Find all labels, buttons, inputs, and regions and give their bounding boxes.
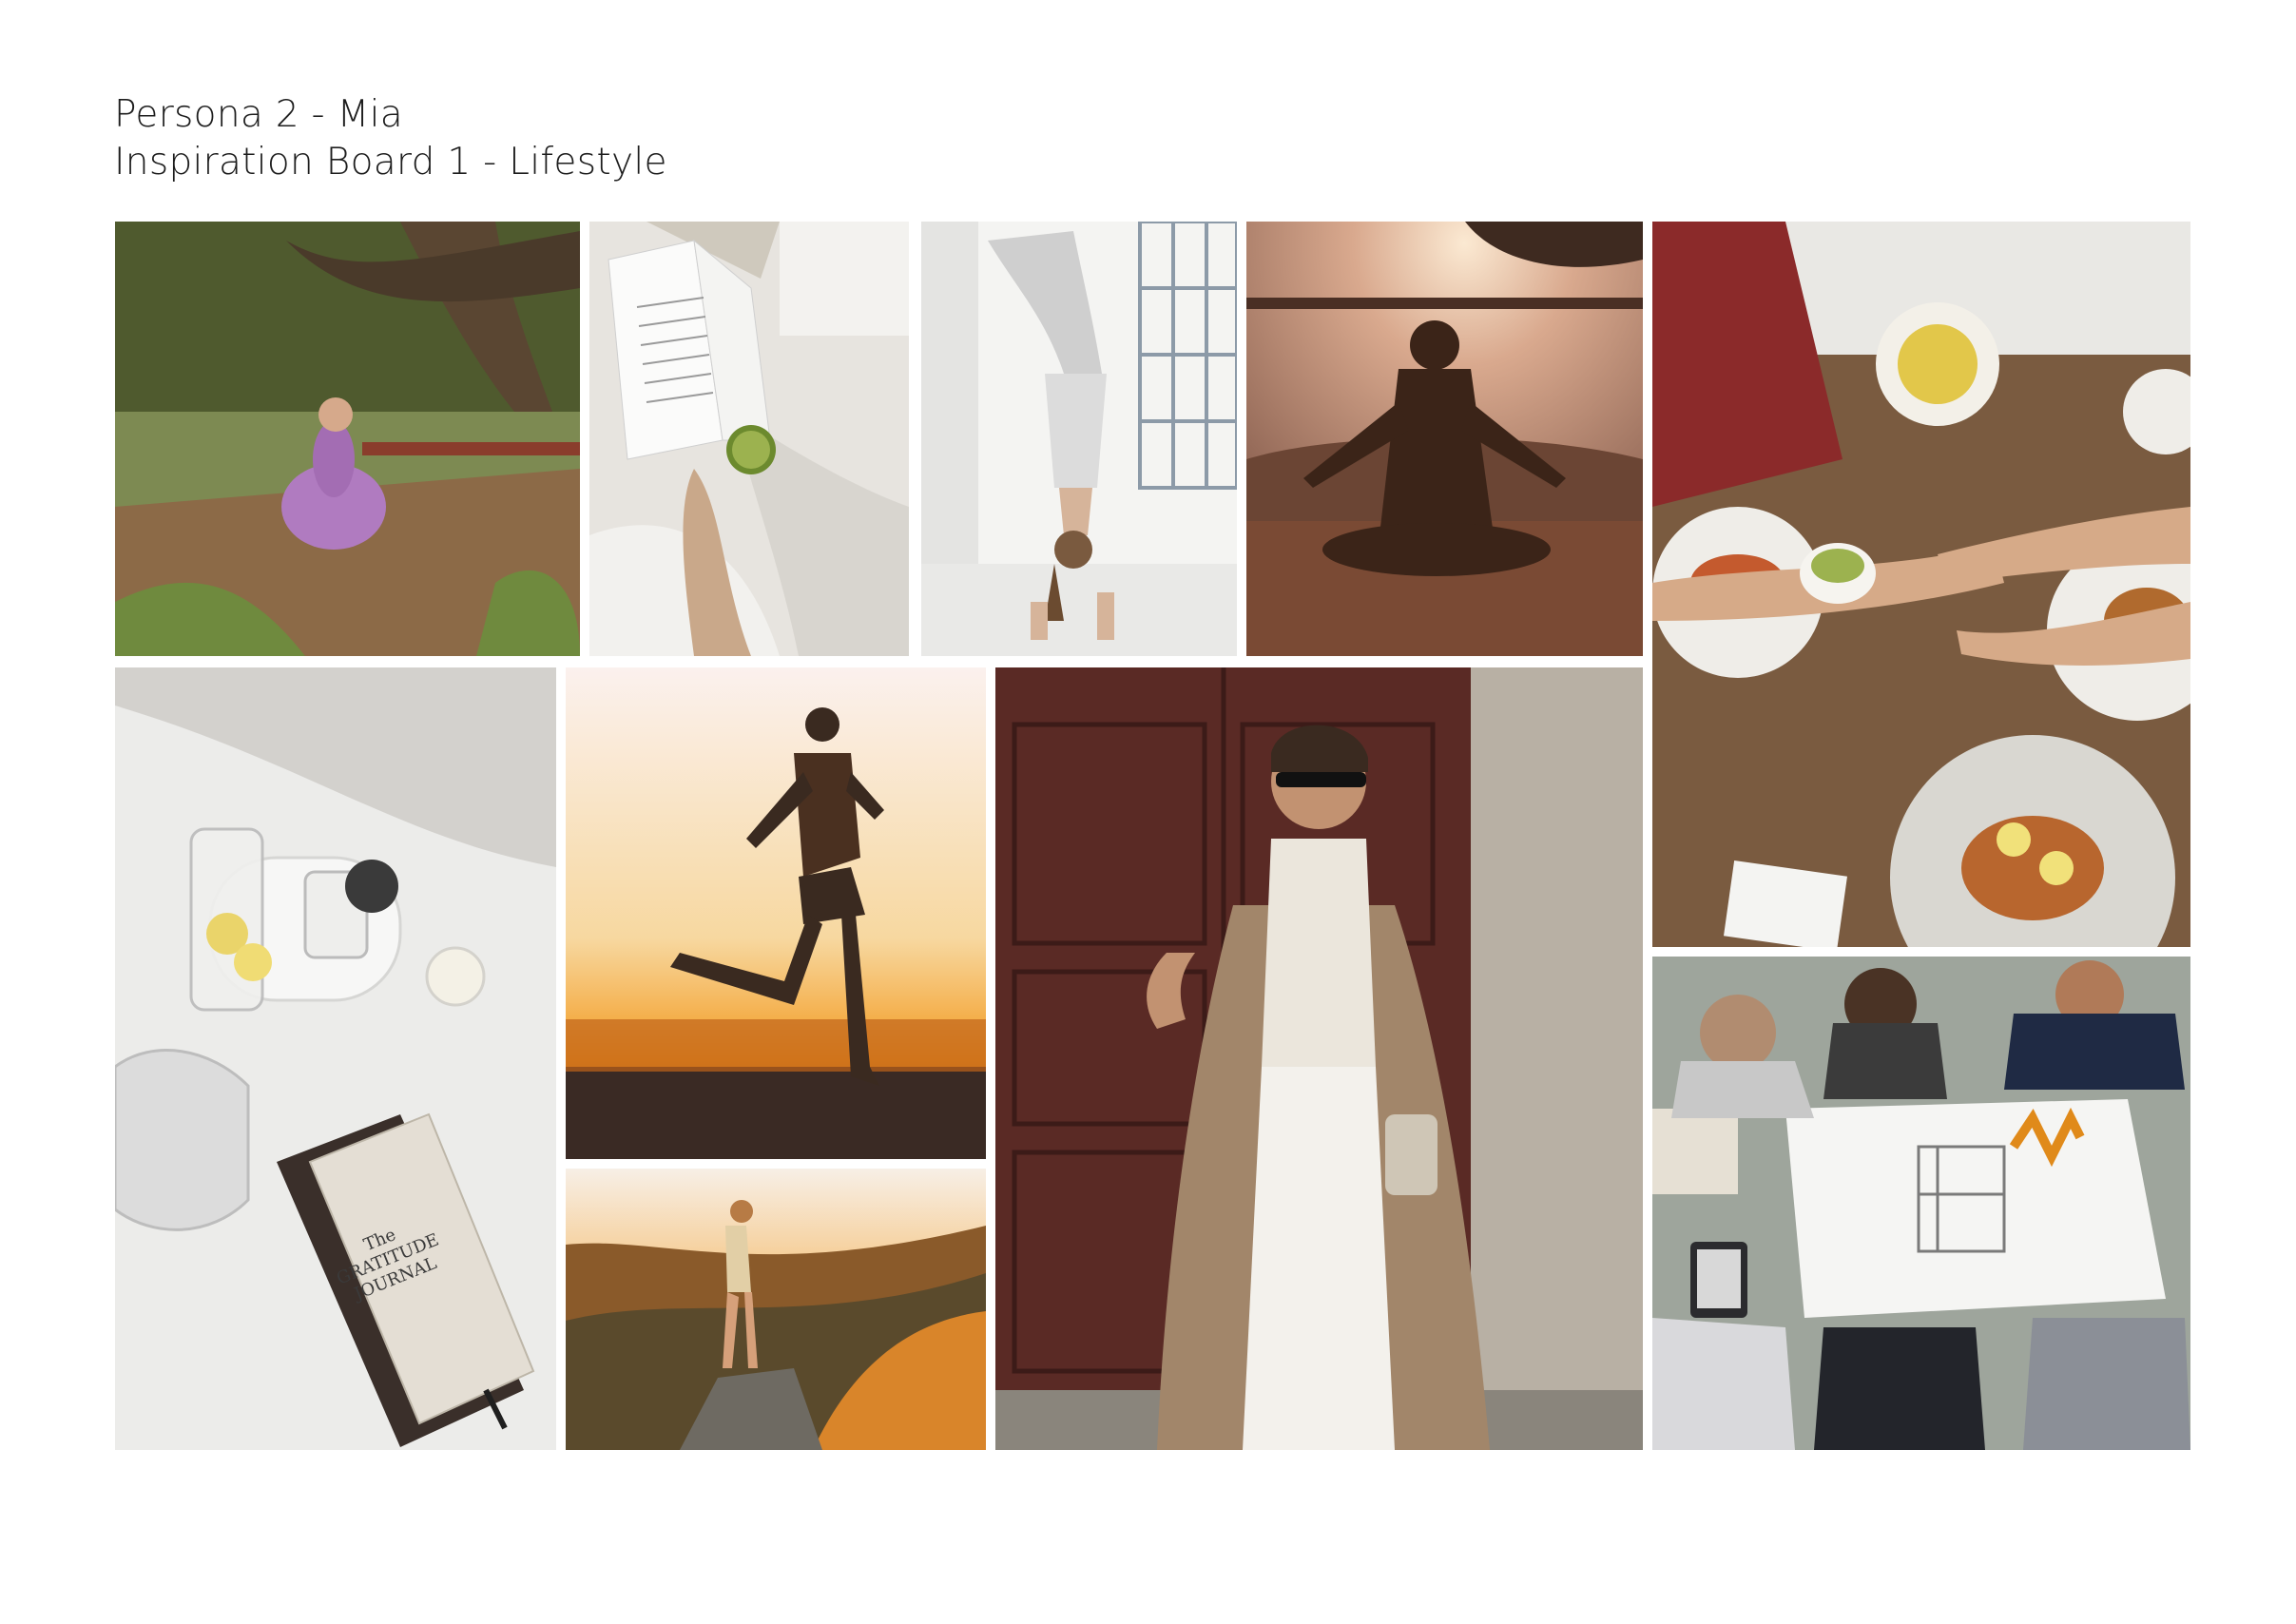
persona-title: Persona 2 - Mia — [114, 93, 403, 136]
photo-street-style-coat — [995, 667, 1643, 1450]
photo-team-meeting — [1652, 957, 2190, 1450]
board-subtitle: Inspiration Board 1 - Lifestyle — [114, 141, 667, 184]
photo-runner-sunrise — [566, 667, 986, 1159]
photo-handstand-window — [921, 222, 1237, 656]
photo-reading-book-matcha — [589, 222, 909, 656]
photo-friends-brunch — [1652, 222, 2190, 947]
photo-meditation-under-tree — [115, 222, 580, 656]
photo-lemon-water-journal: The GRATITUDE JOURNAL — [115, 667, 556, 1450]
photo-hiker-mountain — [566, 1169, 986, 1450]
photo-sunset-meditation — [1246, 222, 1643, 656]
board-heading: Persona 2 - Mia Inspiration Board 1 - Li… — [114, 91, 667, 186]
